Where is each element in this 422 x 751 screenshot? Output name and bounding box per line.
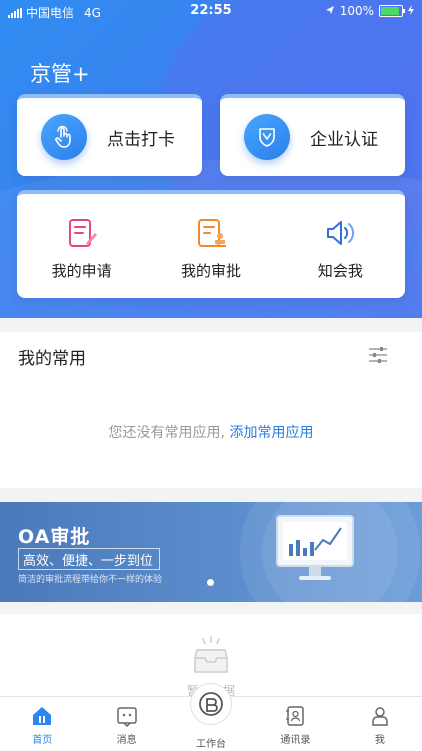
status-bar: 中国电信 4G 22:55 100% — [0, 0, 422, 22]
banner-title: OA审批 — [18, 526, 91, 548]
add-favorite-link[interactable]: 添加常用应用 — [229, 425, 313, 441]
settings-sliders-icon[interactable] — [368, 346, 388, 368]
contacts-book-icon — [286, 706, 305, 726]
empty-text: 您还没有常用应用, — [108, 425, 225, 441]
tab-label: 通讯录 — [280, 735, 311, 746]
quick-item-my-application[interactable]: 我的申请 — [17, 194, 146, 298]
speaker-icon — [327, 221, 355, 245]
user-icon — [372, 707, 388, 726]
banner-description: 简洁的审批流程带给你不一样的体验 — [18, 575, 163, 585]
quick-entry-card: 我的申请 我的审批 知会我 — [17, 190, 405, 298]
banner-subtitle: 高效、便捷、一步到位 — [18, 548, 161, 570]
certify-label: 企业认证 — [310, 129, 378, 150]
favorites-empty-tip: 您还没有常用应用, 添加常用应用 — [0, 422, 422, 442]
tab-messages[interactable]: 消息 — [84, 697, 168, 751]
section-title: 我的常用 — [18, 349, 86, 369]
tab-workbench[interactable]: 工作台 — [169, 683, 253, 751]
tab-label: 工作台 — [196, 739, 227, 750]
battery-icon — [379, 5, 405, 17]
quick-item-label: 我的申请 — [51, 262, 112, 280]
oa-approval-banner[interactable]: OA审批 高效、便捷、一步到位 简洁的审批流程带给你不一样的体验 — [0, 502, 422, 602]
tab-label: 我 — [374, 735, 385, 746]
message-icon — [116, 707, 137, 727]
application-form-icon — [68, 219, 97, 247]
touch-hand-icon — [41, 114, 87, 160]
app-title: 京管+ — [30, 62, 90, 86]
shield-icon — [244, 114, 290, 160]
favorites-section: 我的常用 您还没有常用应用, 添加常用应用 — [0, 332, 422, 488]
tab-label: 首页 — [32, 735, 53, 746]
location-icon — [325, 4, 335, 18]
bottom-tab-bar: 首页 消息 工作台 通讯录 我 — [0, 683, 422, 751]
workbench-icon — [190, 683, 233, 725]
tab-contacts[interactable]: 通讯录 — [253, 697, 337, 751]
tab-me[interactable]: 我 — [338, 697, 422, 751]
clock-in-button[interactable]: 点击打卡 — [17, 94, 202, 176]
certify-button[interactable]: 企业认证 — [220, 94, 405, 176]
clock-in-label: 点击打卡 — [107, 129, 175, 150]
tab-home[interactable]: 首页 — [0, 697, 84, 751]
home-icon — [33, 707, 52, 725]
charging-icon — [408, 4, 414, 18]
approval-stamp-icon — [197, 219, 226, 247]
carousel-indicator[interactable] — [207, 579, 214, 586]
quick-item-my-approval[interactable]: 我的审批 — [146, 194, 275, 298]
quick-item-label: 我的审批 — [180, 262, 241, 280]
battery-percent: 100% — [339, 4, 374, 18]
battery-fill — [381, 7, 399, 15]
empty-tray-icon — [193, 636, 229, 680]
monitor-chart-icon — [275, 514, 355, 590]
tab-label: 消息 — [116, 735, 137, 746]
quick-item-label: 知会我 — [317, 262, 363, 280]
quick-item-notify-me[interactable]: 知会我 — [276, 194, 405, 298]
